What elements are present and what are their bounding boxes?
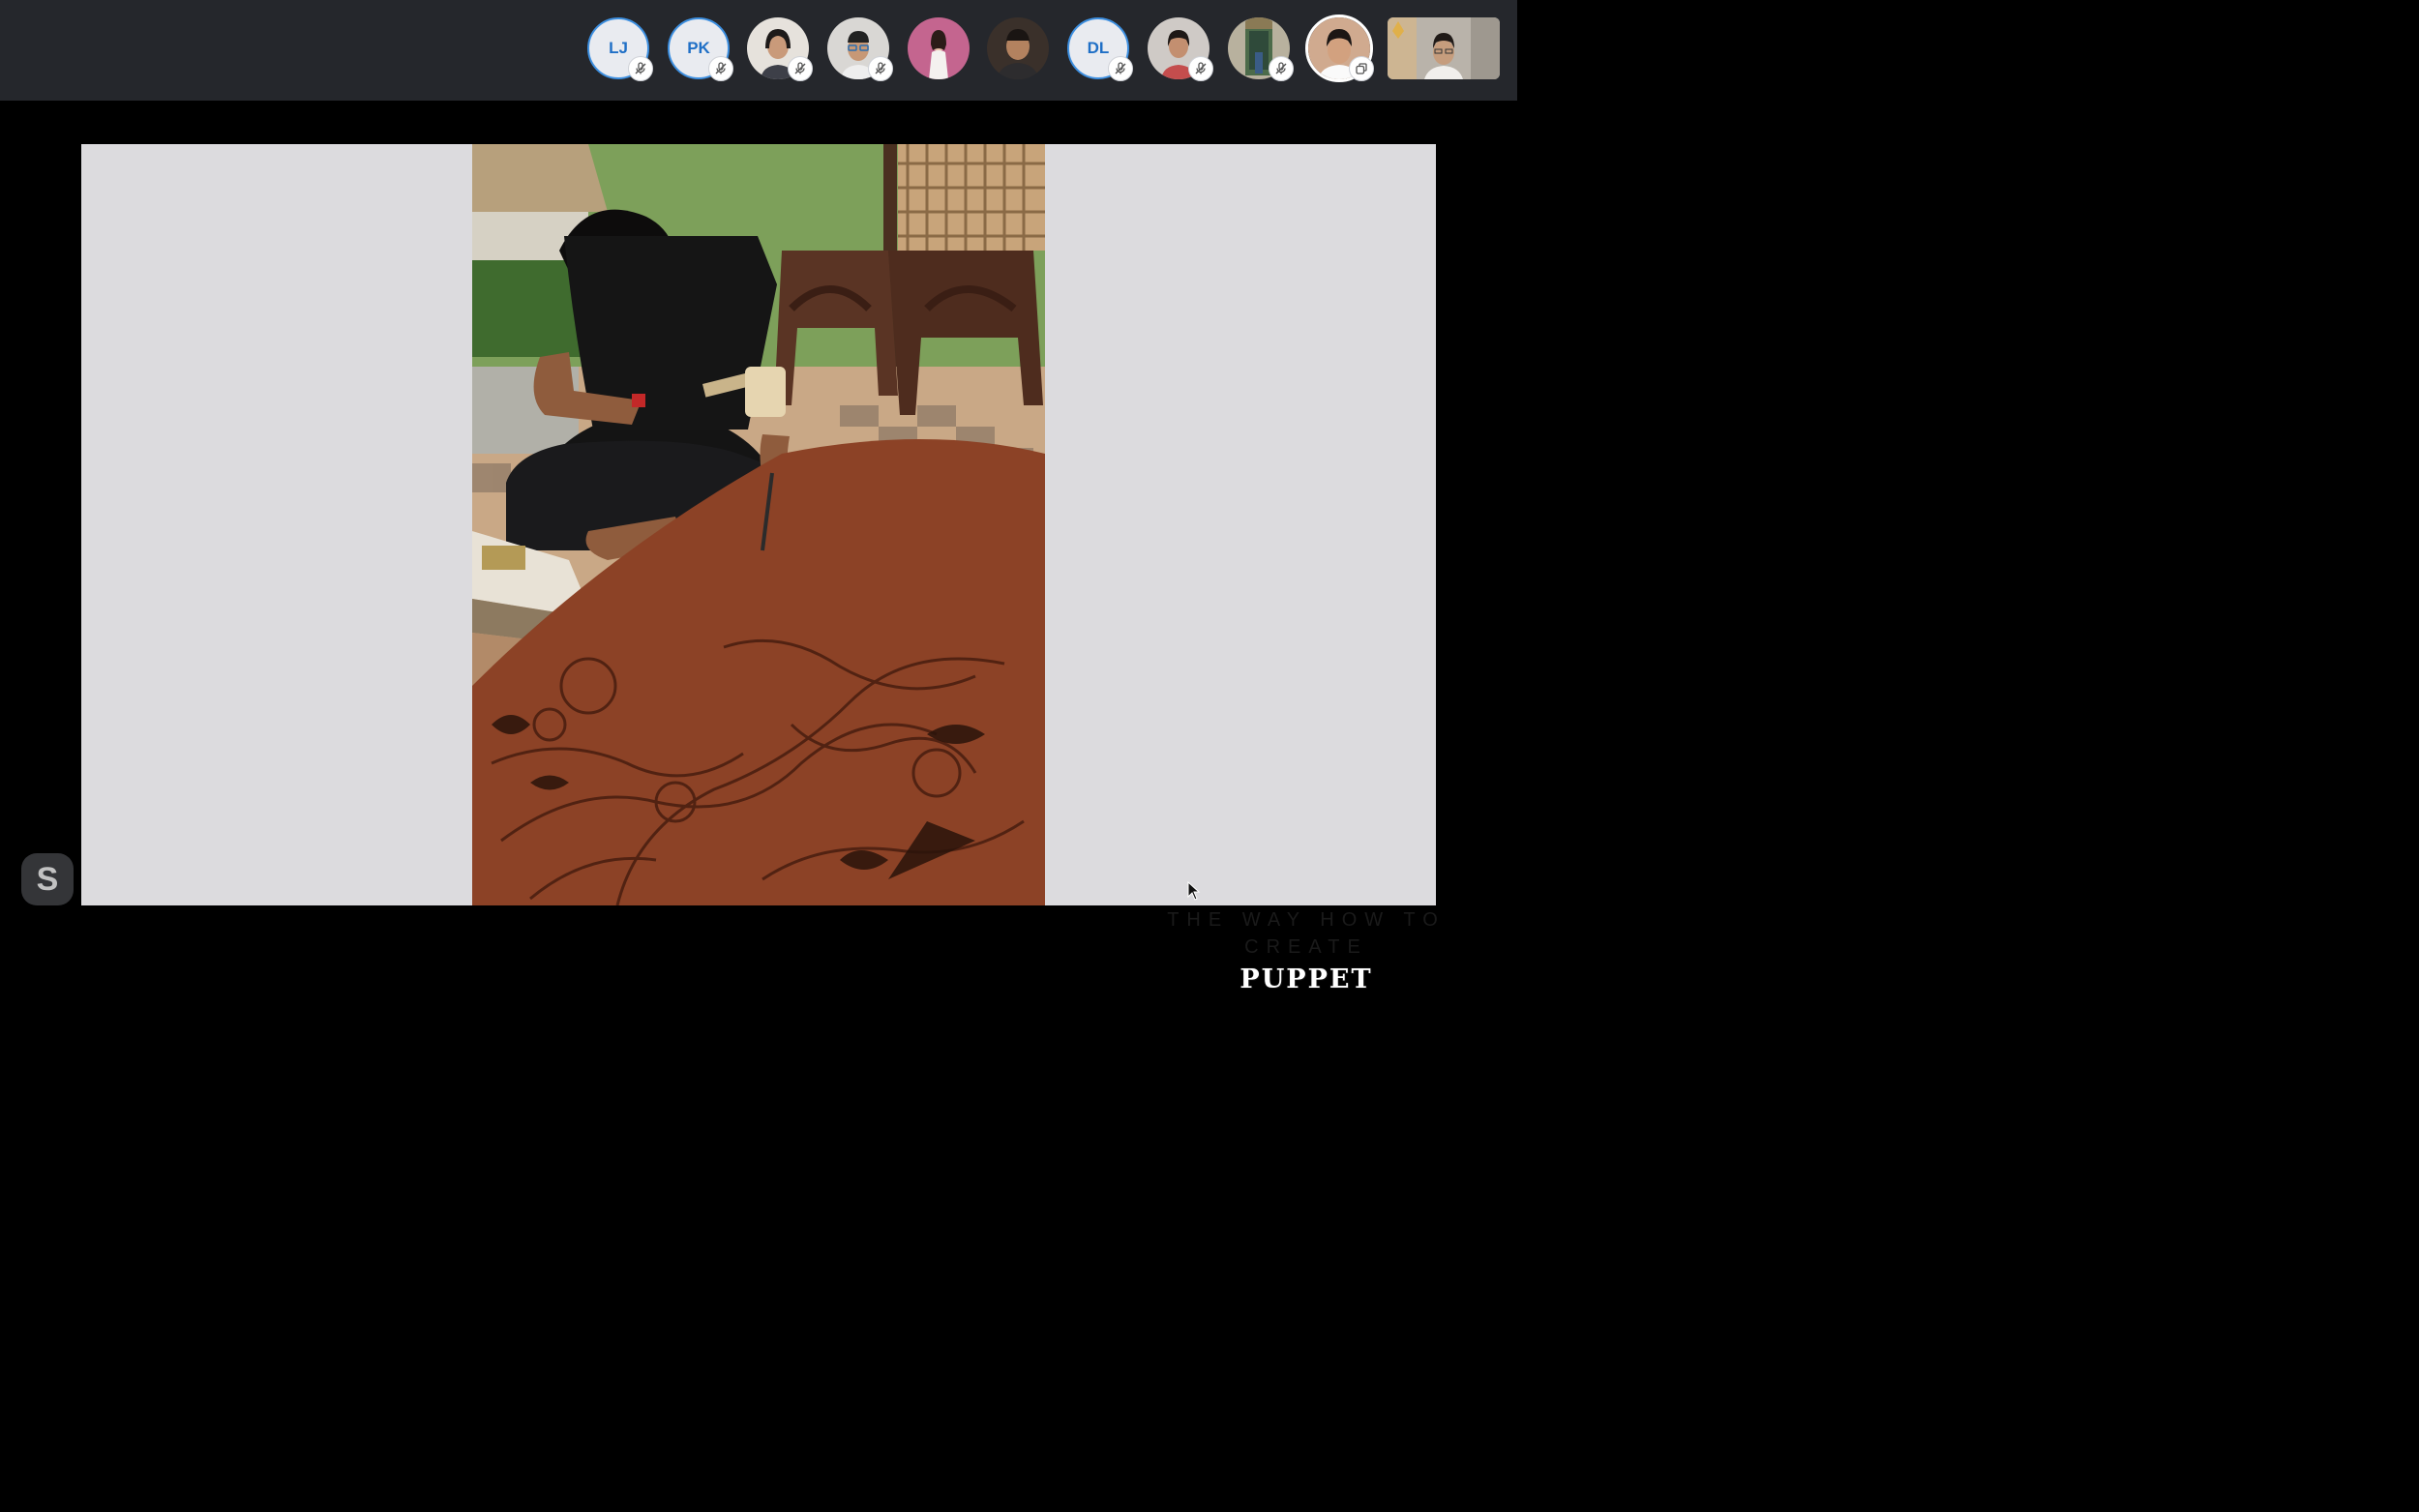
participant-avatar-pk[interactable]: PK	[668, 17, 733, 81]
participant-avatar-dl[interactable]: DL	[1067, 17, 1133, 81]
participant-avatar-active[interactable]	[1305, 15, 1374, 82]
participant-avatar-lj[interactable]: LJ	[587, 17, 653, 81]
muted-mic-icon	[708, 56, 733, 81]
shared-slide: THE WAY HOW TO CREATE PUPPET	[81, 144, 1438, 995]
participant-avatar-8[interactable]	[1148, 17, 1213, 81]
muted-mic-icon	[788, 56, 813, 81]
participant-avatar-4[interactable]	[827, 17, 893, 81]
muted-mic-icon	[1269, 56, 1294, 81]
self-video-preview[interactable]	[1388, 17, 1500, 79]
avatar-photo	[987, 17, 1049, 79]
caption-line-1: THE WAY HOW TO	[1167, 909, 1446, 931]
muted-mic-icon	[628, 56, 653, 81]
participant-avatar-6[interactable]	[987, 17, 1049, 79]
mouse-cursor-icon	[1187, 880, 1201, 905]
skype-logo-icon[interactable]: S	[21, 853, 74, 905]
slide-photo	[472, 144, 1045, 905]
slide-caption: THE WAY HOW TO CREATE PUPPET	[1153, 906, 1459, 995]
caption-line-2: CREATE	[1244, 936, 1368, 958]
participant-avatar-9[interactable]	[1228, 17, 1294, 81]
muted-mic-icon	[868, 56, 893, 81]
participant-avatar-3[interactable]	[747, 17, 813, 81]
muted-mic-icon	[1108, 56, 1133, 81]
participant-avatar-5[interactable]	[908, 17, 970, 79]
muted-mic-icon	[1188, 56, 1213, 81]
skype-logo-letter: S	[36, 860, 59, 898]
participants-bar: LJ PK DL	[0, 0, 1517, 101]
popout-icon[interactable]	[1349, 56, 1374, 81]
caption-title: PUPPET	[1239, 964, 1373, 994]
avatar-photo	[908, 17, 970, 79]
